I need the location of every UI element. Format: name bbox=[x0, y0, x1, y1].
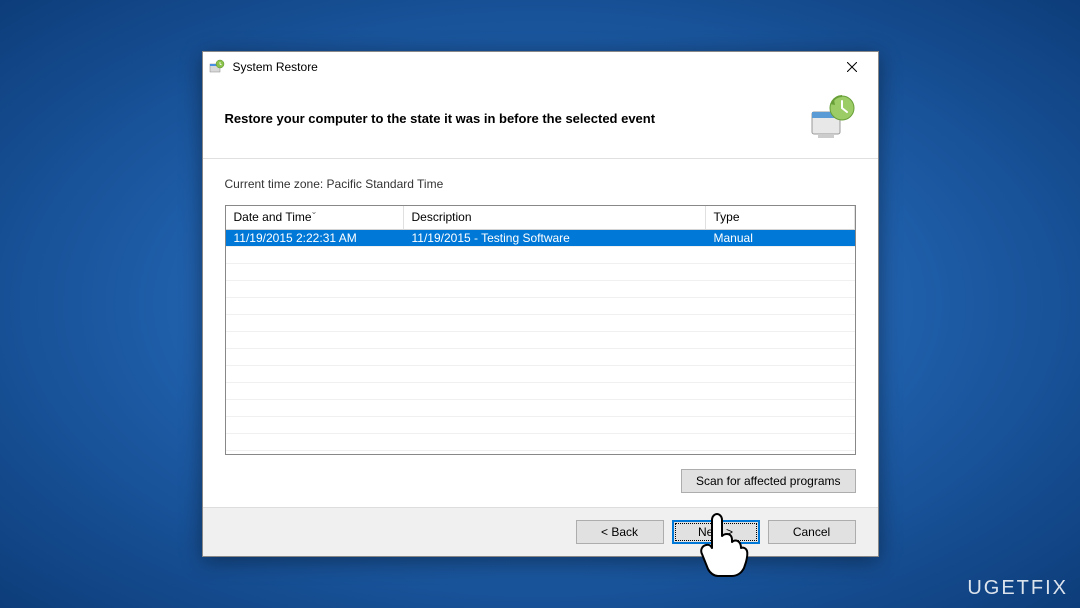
column-date-label: Date and Time bbox=[234, 210, 312, 224]
table-row[interactable] bbox=[226, 366, 855, 383]
cancel-button[interactable]: Cancel bbox=[768, 520, 856, 544]
timezone-label: Current time zone: Pacific Standard Time bbox=[225, 177, 856, 191]
scan-row: Scan for affected programs bbox=[225, 469, 856, 493]
cell-description: 11/19/2015 - Testing Software bbox=[404, 230, 706, 246]
titlebar: System Restore bbox=[203, 52, 878, 82]
table-row[interactable] bbox=[226, 264, 855, 281]
watermark: UGETFIX bbox=[967, 577, 1068, 600]
table-row[interactable] bbox=[226, 434, 855, 451]
close-button[interactable] bbox=[832, 54, 872, 80]
dialog-header: Restore your computer to the state it wa… bbox=[203, 82, 878, 158]
table-row[interactable] bbox=[226, 417, 855, 434]
table-row[interactable] bbox=[226, 332, 855, 349]
table-row[interactable] bbox=[226, 315, 855, 332]
cell-type: Manual bbox=[706, 230, 855, 246]
grid-body: 11/19/2015 2:22:31 AM 11/19/2015 - Testi… bbox=[226, 230, 855, 451]
system-restore-icon bbox=[209, 59, 225, 75]
page-title: Restore your computer to the state it wa… bbox=[225, 111, 808, 126]
table-row[interactable]: 11/19/2015 2:22:31 AM 11/19/2015 - Testi… bbox=[226, 230, 855, 247]
back-button[interactable]: < Back bbox=[576, 520, 664, 544]
wizard-footer: < Back Next > Cancel bbox=[203, 507, 878, 556]
restore-large-icon bbox=[808, 94, 856, 142]
table-row[interactable] bbox=[226, 349, 855, 366]
scan-affected-button[interactable]: Scan for affected programs bbox=[681, 469, 856, 493]
table-row[interactable] bbox=[226, 281, 855, 298]
next-button[interactable]: Next > bbox=[672, 520, 760, 544]
column-header-description[interactable]: Description bbox=[404, 206, 706, 229]
column-desc-label: Description bbox=[412, 210, 472, 224]
grid-header: ⌄ Date and Time Description Type bbox=[226, 206, 855, 230]
table-row[interactable] bbox=[226, 247, 855, 264]
column-header-type[interactable]: Type bbox=[706, 206, 855, 229]
system-restore-dialog: System Restore Restore your computer to … bbox=[202, 51, 879, 557]
dialog-content: Current time zone: Pacific Standard Time… bbox=[203, 159, 878, 507]
table-row[interactable] bbox=[226, 400, 855, 417]
table-row[interactable] bbox=[226, 383, 855, 400]
column-header-date[interactable]: ⌄ Date and Time bbox=[226, 206, 404, 229]
table-row[interactable] bbox=[226, 298, 855, 315]
cell-date: 11/19/2015 2:22:31 AM bbox=[226, 230, 404, 246]
sort-desc-icon: ⌄ bbox=[311, 207, 318, 216]
column-type-label: Type bbox=[714, 210, 740, 224]
window-title: System Restore bbox=[233, 60, 318, 74]
restore-points-grid: ⌄ Date and Time Description Type 11/19/2… bbox=[225, 205, 856, 455]
